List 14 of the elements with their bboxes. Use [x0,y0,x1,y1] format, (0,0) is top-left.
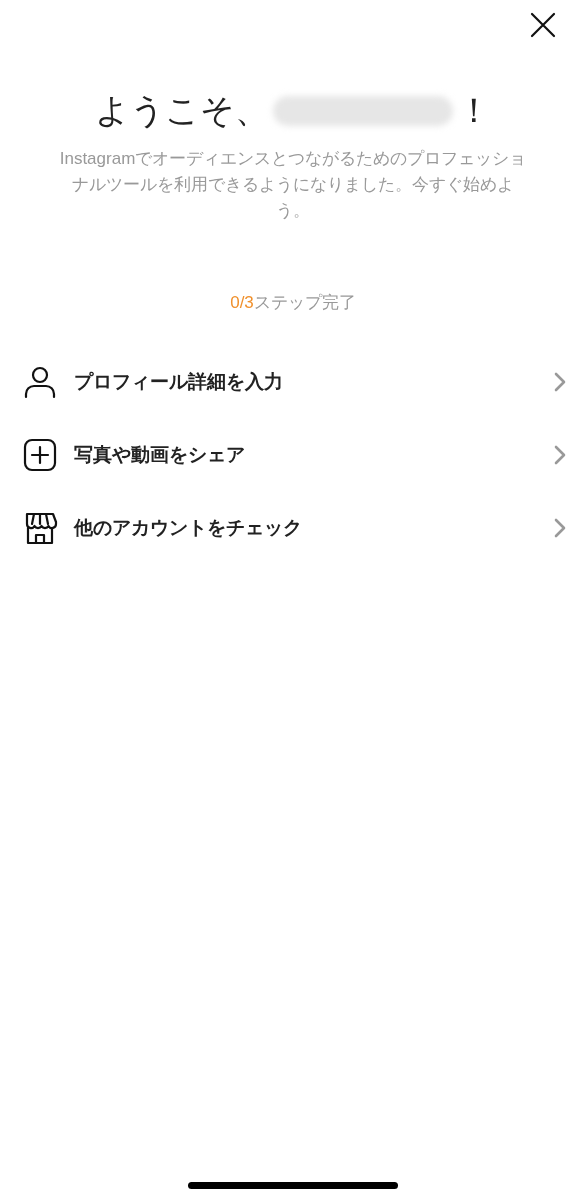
person-icon [22,364,58,400]
step-item[interactable]: 他のアカウントをチェック [0,491,586,565]
add-icon [22,437,58,473]
step-item[interactable]: 写真や動画をシェア [0,418,586,492]
step-item[interactable]: プロフィール詳細を入力 [0,345,586,419]
chevron-icon [554,518,566,538]
chevron-icon [554,445,566,465]
description: Instagramでオーディエンスとつながるためのプロフェッショナルツールを利用できるようになりました。今すぐ始めよう。 [58,148,528,222]
chevron-icon [554,372,566,392]
close-button[interactable] [528,10,558,40]
progress-label: ステップ完了 [253,292,356,314]
welcome-title: ようこそ、 [95,90,269,131]
progress-count: 0/3 [230,292,254,314]
exclamation: ！ [457,90,491,131]
